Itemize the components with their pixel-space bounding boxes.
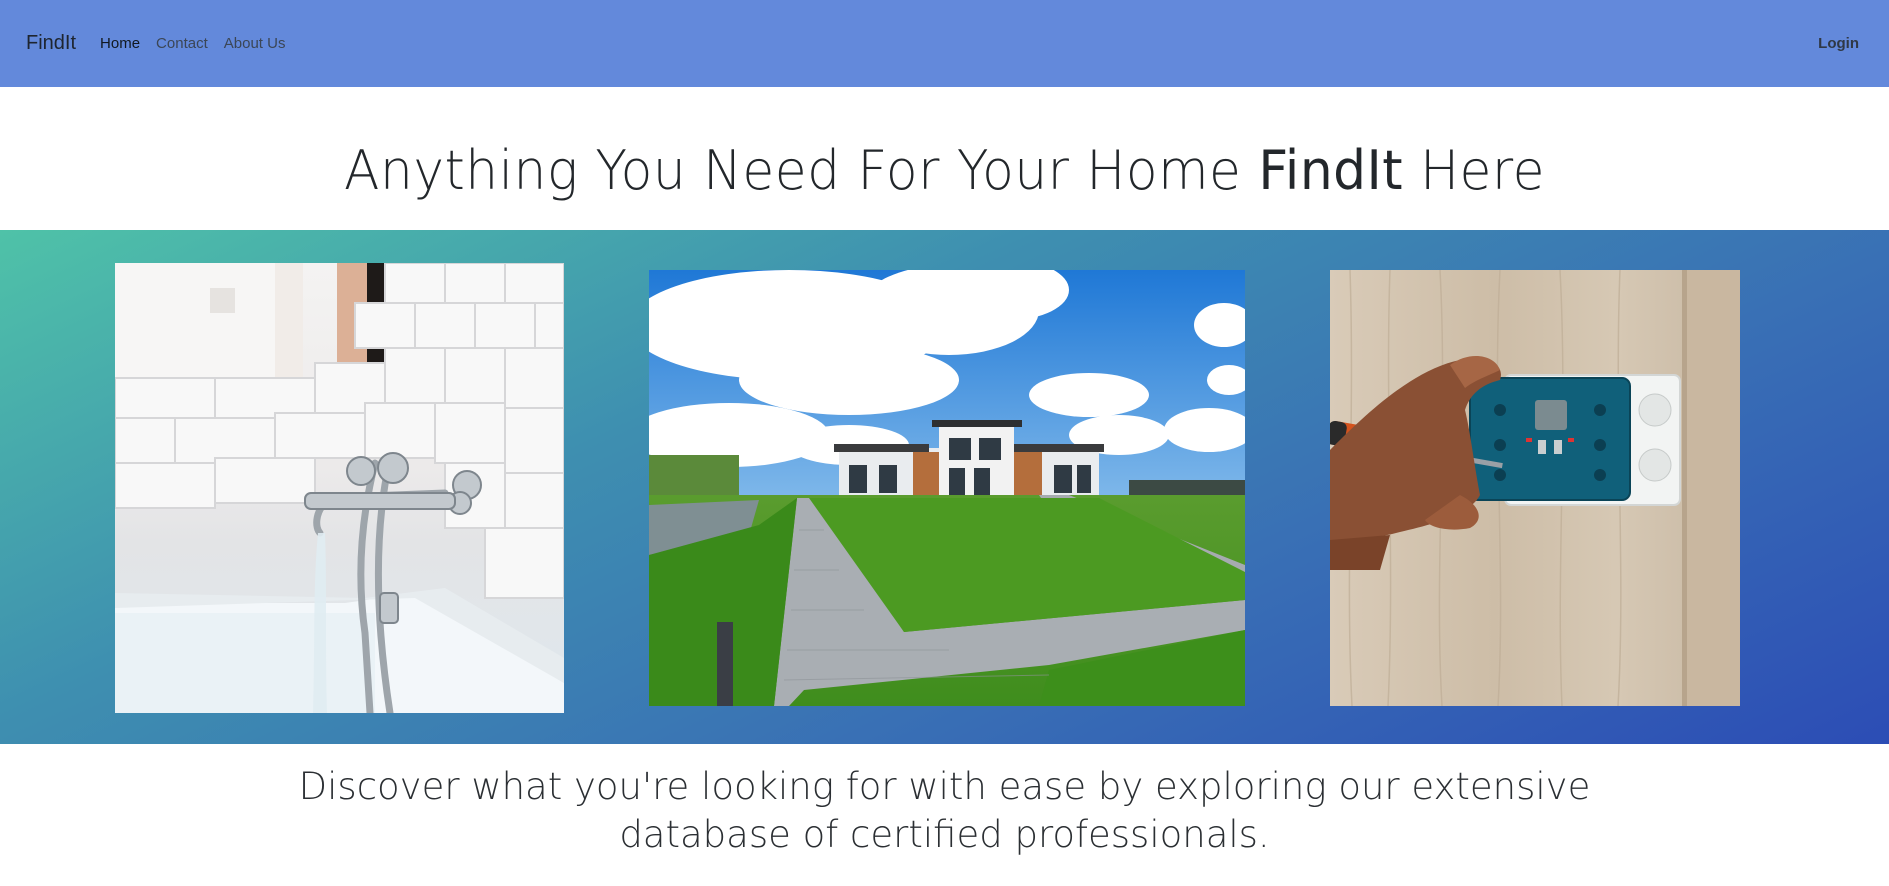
brand-logo[interactable]: FindIt	[26, 32, 76, 55]
headline-text-end: Here	[1403, 139, 1545, 202]
tagline: Discover what you're looking for with ea…	[0, 763, 1889, 859]
page-headline: Anything You Need For Your Home FindIt H…	[38, 134, 1851, 208]
modern-house-lawn-photo	[649, 270, 1245, 706]
headline-brand: FindIt	[1258, 139, 1404, 202]
nav-link-contact[interactable]: Contact	[156, 35, 208, 52]
navbar: FindIt Home Contact About Us Login	[0, 0, 1889, 87]
tagline-line-2: database of certified professionals.	[619, 813, 1270, 856]
bathtub-faucet-photo	[115, 263, 564, 713]
nav-link-about-us[interactable]: About Us	[224, 35, 286, 52]
tagline-line-1: Discover what you're looking for with ea…	[298, 765, 1591, 808]
login-link[interactable]: Login	[1818, 35, 1859, 52]
headline-text: Anything You Need For Your Home	[344, 139, 1259, 202]
hero-gallery	[0, 230, 1889, 744]
nav-links: Home Contact About Us	[100, 35, 285, 52]
electrician-socket-photo	[1330, 270, 1740, 706]
nav-link-home[interactable]: Home	[100, 35, 140, 52]
